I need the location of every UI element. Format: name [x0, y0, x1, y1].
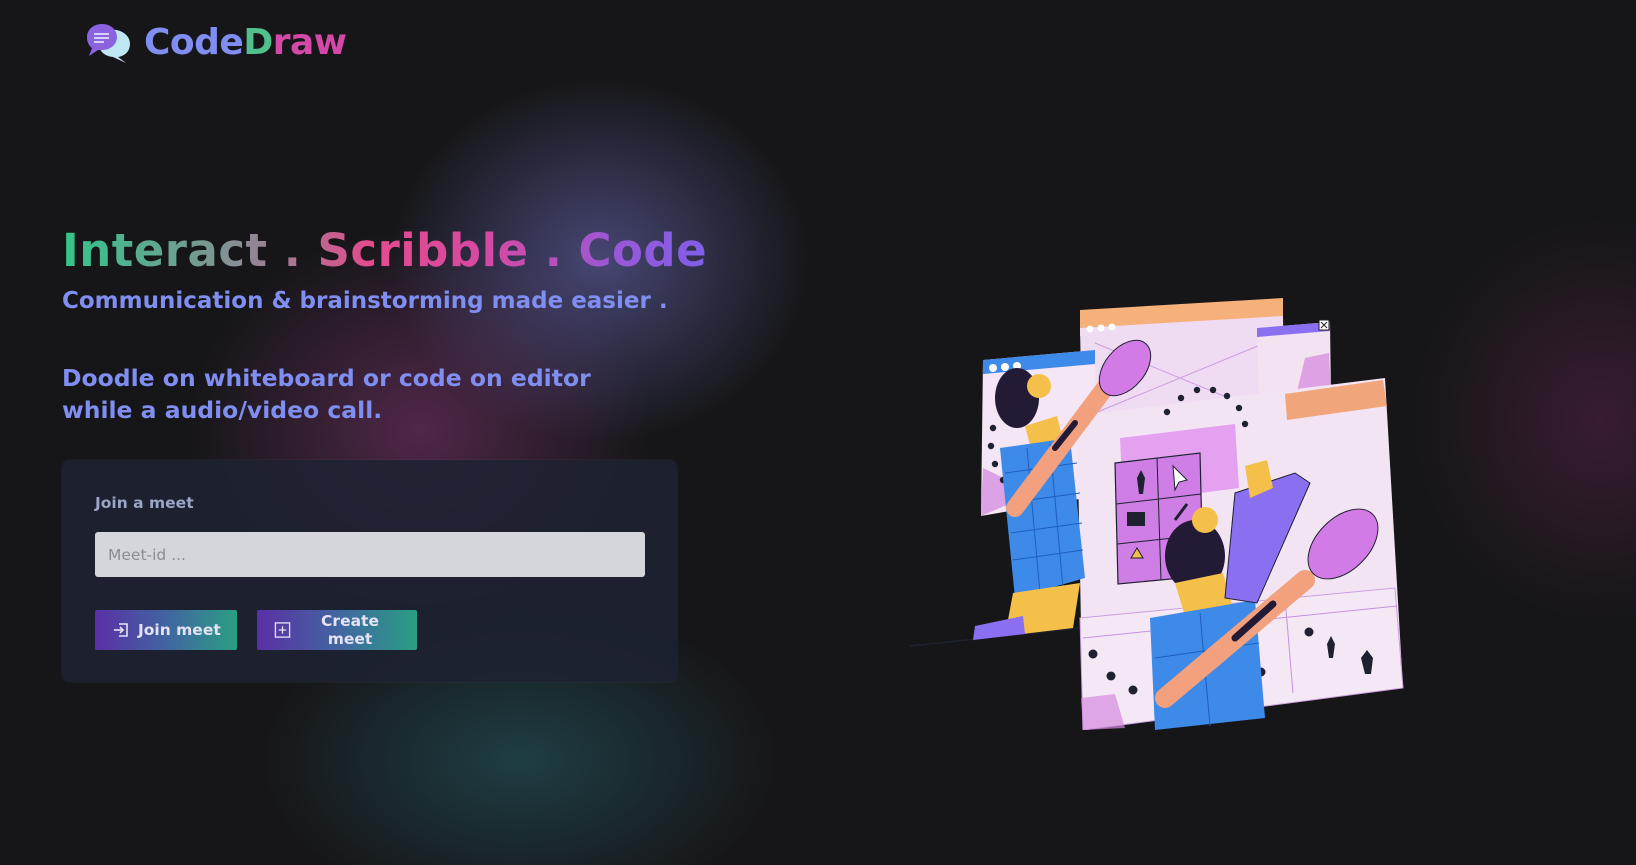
whiteboard-illustration [909, 298, 1404, 730]
create-meet-button-label: Create meet [321, 612, 379, 648]
enter-icon [114, 623, 128, 637]
plus-square-icon [274, 622, 291, 638]
join-meet-button[interactable]: Join meet [95, 610, 237, 650]
brand-name-d: D [243, 22, 273, 63]
hero-description: Doodle on whiteboard or code on editor w… [62, 364, 591, 424]
meet-id-input[interactable] [95, 532, 645, 577]
brand-name-code: Code [144, 22, 244, 63]
join-meet-label: Join a meet [95, 494, 194, 512]
join-meet-button-label: Join meet [138, 621, 221, 639]
brand-name-raw: raw [272, 22, 347, 63]
hero-title: Interact . Scribble . Code [62, 224, 708, 277]
hero-subtitle: Communication & brainstorming made easie… [62, 288, 668, 314]
join-meet-card: Join a meet Join meet Create meet [62, 460, 677, 682]
landing-page: CodeDraw Interact . Scribble . Code Comm… [0, 0, 1636, 865]
chat-bubbles-icon [87, 23, 130, 63]
brand-name: CodeDraw [144, 22, 347, 63]
brand-logo[interactable]: CodeDraw [86, 22, 347, 63]
create-meet-button[interactable]: Create meet [257, 610, 417, 650]
